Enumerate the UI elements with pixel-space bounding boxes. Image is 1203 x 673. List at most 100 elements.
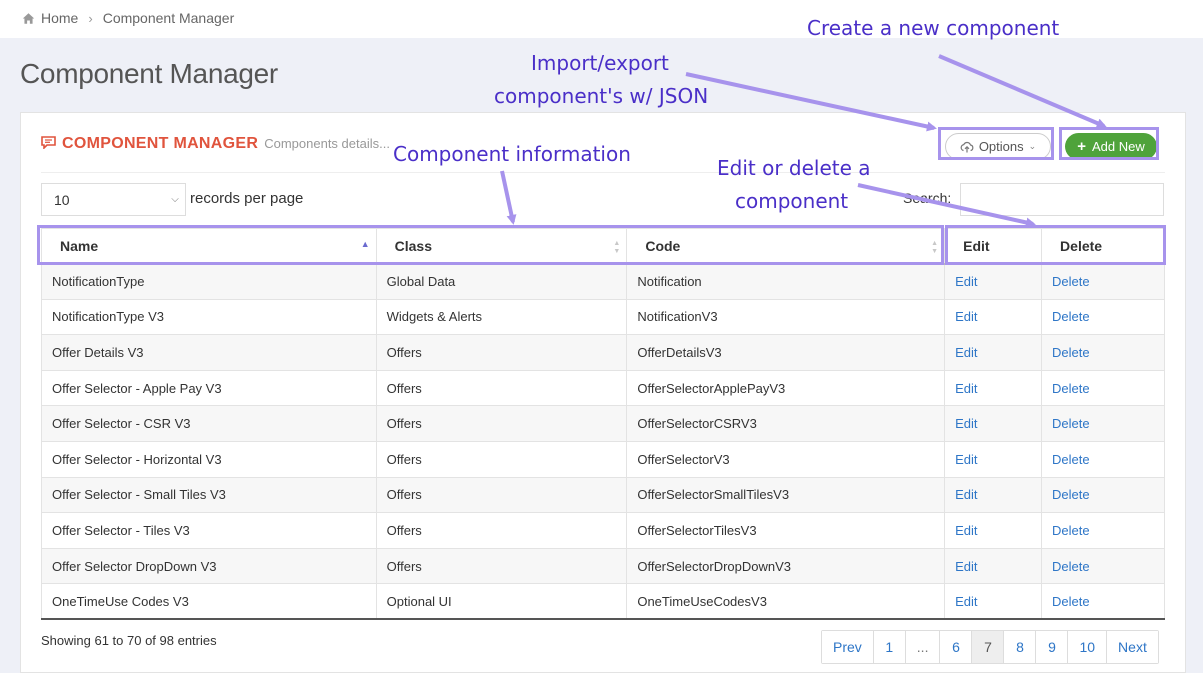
pagination-page[interactable]: 9 — [1035, 631, 1068, 663]
delete-link[interactable]: Delete — [1052, 559, 1090, 574]
cell-class: Optional UI — [375, 583, 628, 621]
panel-title: COMPONENT MANAGER — [62, 135, 259, 152]
annotation-info: Component information — [393, 142, 631, 166]
delete-link[interactable]: Delete — [1052, 345, 1090, 360]
edit-link[interactable]: Edit — [955, 594, 977, 609]
panel-header: COMPONENT MANAGER Components details... — [41, 135, 390, 153]
panel-subtitle: Components details... — [264, 136, 390, 151]
cell-name: Offer Selector - Horizontal V3 — [41, 440, 377, 478]
cell-name: Offer Selector - Apple Pay V3 — [41, 369, 377, 407]
search-label: Search: — [903, 190, 952, 206]
column-header-name[interactable]: Name ▲ — [41, 228, 377, 265]
sort-icon: ▲ ▼ — [931, 240, 939, 255]
annotation-import-line2: component's w/ JSON — [494, 84, 709, 108]
edit-link[interactable]: Edit — [955, 345, 977, 360]
search-input[interactable] — [960, 183, 1164, 216]
plus-icon: + — [1077, 138, 1086, 155]
edit-link[interactable]: Edit — [955, 381, 977, 396]
cell-code: OfferSelectorCSRV3 — [626, 405, 946, 442]
column-header-delete: Delete — [1041, 228, 1165, 265]
annotation-create: Create a new component — [807, 16, 1060, 40]
delete-link[interactable]: Delete — [1052, 594, 1090, 609]
delete-cell: Delete — [1041, 405, 1165, 442]
sort-asc-icon: ▲ — [360, 239, 370, 249]
chevron-right-icon: › — [88, 10, 93, 26]
edit-link[interactable]: Edit — [955, 309, 977, 324]
delete-cell: Delete — [1041, 512, 1165, 549]
cell-class: Offers — [375, 476, 628, 514]
delete-cell: Delete — [1041, 547, 1165, 585]
cell-code: NotificationV3 — [626, 298, 946, 336]
pagination-page[interactable]: 1 — [872, 631, 905, 663]
delete-link[interactable]: Delete — [1052, 381, 1090, 396]
pagination-page[interactable]: 8 — [1003, 631, 1036, 663]
table-row: Offer Selector - Small Tiles V3 Offers Off… — [41, 476, 1165, 514]
edit-link[interactable]: Edit — [955, 487, 977, 502]
table-row: NotificationType Global Data Notification E… — [41, 263, 1165, 300]
delete-link[interactable]: Delete — [1052, 274, 1090, 289]
cell-class: Offers — [375, 405, 628, 442]
home-icon — [22, 12, 35, 24]
delete-cell: Delete — [1041, 334, 1165, 371]
edit-cell: Edit — [944, 476, 1043, 514]
cell-code: OneTimeUseCodesV3 — [626, 583, 946, 621]
delete-link[interactable]: Delete — [1052, 523, 1090, 538]
breadcrumb: Home › Component Manager — [22, 10, 234, 26]
delete-link[interactable]: Delete — [1052, 309, 1090, 324]
records-per-page-value: 10 — [54, 191, 70, 208]
entries-info: Showing 61 to 70 of 98 entries — [41, 633, 217, 648]
table-row: Offer Selector - Tiles V3 Offers OfferSele… — [41, 512, 1165, 549]
table-header-row: Name ▲ Class ▲ ▼ Code ▲ ▼ Edit Delete — [41, 228, 1165, 265]
table-row: Offer Selector DropDown V3 Offers OfferSel… — [41, 547, 1165, 585]
cell-name: OneTimeUse Codes V3 — [41, 583, 377, 621]
cell-name: Offer Selector - Small Tiles V3 — [41, 476, 377, 514]
edit-link[interactable]: Edit — [955, 274, 977, 289]
edit-cell: Edit — [944, 547, 1043, 585]
cell-code: OfferSelectorApplePayV3 — [626, 369, 946, 407]
pagination-page-active[interactable]: 7 — [971, 631, 1004, 663]
pagination-ellipsis: ... — [904, 631, 940, 663]
cell-name: NotificationType V3 — [41, 298, 377, 336]
edit-link[interactable]: Edit — [955, 416, 977, 431]
records-per-page-select[interactable]: 10 ⌵ — [41, 183, 186, 216]
annotation-edit-line1: Edit or delete a — [717, 156, 871, 180]
breadcrumb-home-link[interactable]: Home — [41, 10, 78, 26]
column-header-code[interactable]: Code ▲ ▼ — [626, 228, 946, 265]
add-new-button[interactable]: + Add New — [1065, 133, 1157, 160]
delete-link[interactable]: Delete — [1052, 452, 1090, 467]
options-label: Options — [978, 139, 1024, 154]
cell-class: Offers — [375, 440, 628, 478]
cell-code: Notification — [626, 263, 946, 300]
edit-link[interactable]: Edit — [955, 452, 977, 467]
pagination-page[interactable]: 6 — [939, 631, 972, 663]
pagination-page[interactable]: 10 — [1067, 631, 1107, 663]
table-row: NotificationType V3 Widgets & Alerts Notif… — [41, 298, 1165, 336]
table-row: Offer Selector - Apple Pay V3 Offers Offer… — [41, 369, 1165, 407]
delete-link[interactable]: Delete — [1052, 416, 1090, 431]
component-panel: COMPONENT MANAGER Components details... … — [20, 112, 1186, 673]
cell-class: Offers — [375, 512, 628, 549]
cloud-upload-icon — [960, 141, 974, 152]
components-table: Name ▲ Class ▲ ▼ Code ▲ ▼ Edit Delete Noti… — [41, 228, 1165, 621]
cell-code: OfferSelectorTilesV3 — [626, 512, 946, 549]
cell-class: Global Data — [375, 263, 628, 300]
column-header-class[interactable]: Class ▲ ▼ — [375, 228, 628, 265]
options-button[interactable]: Options ⌄ — [945, 133, 1051, 160]
delete-cell: Delete — [1041, 440, 1165, 478]
table-row: Offer Selector - Horizontal V3 Offers Offe… — [41, 440, 1165, 478]
edit-link[interactable]: Edit — [955, 559, 977, 574]
cell-name: Offer Details V3 — [41, 334, 377, 371]
divider — [41, 172, 1165, 173]
delete-link[interactable]: Delete — [1052, 487, 1090, 502]
pagination-prev[interactable]: Prev — [822, 631, 873, 663]
cell-code: OfferDetailsV3 — [626, 334, 946, 371]
delete-cell: Delete — [1041, 369, 1165, 407]
edit-cell: Edit — [944, 263, 1043, 300]
edit-cell: Edit — [944, 512, 1043, 549]
edit-cell: Edit — [944, 440, 1043, 478]
edit-link[interactable]: Edit — [955, 523, 977, 538]
edit-cell: Edit — [944, 405, 1043, 442]
pagination-next[interactable]: Next — [1106, 631, 1158, 663]
table-row: Offer Details V3 Offers OfferDetailsV3 Edit… — [41, 334, 1165, 371]
annotation-import-line1: Import/export — [531, 51, 669, 75]
